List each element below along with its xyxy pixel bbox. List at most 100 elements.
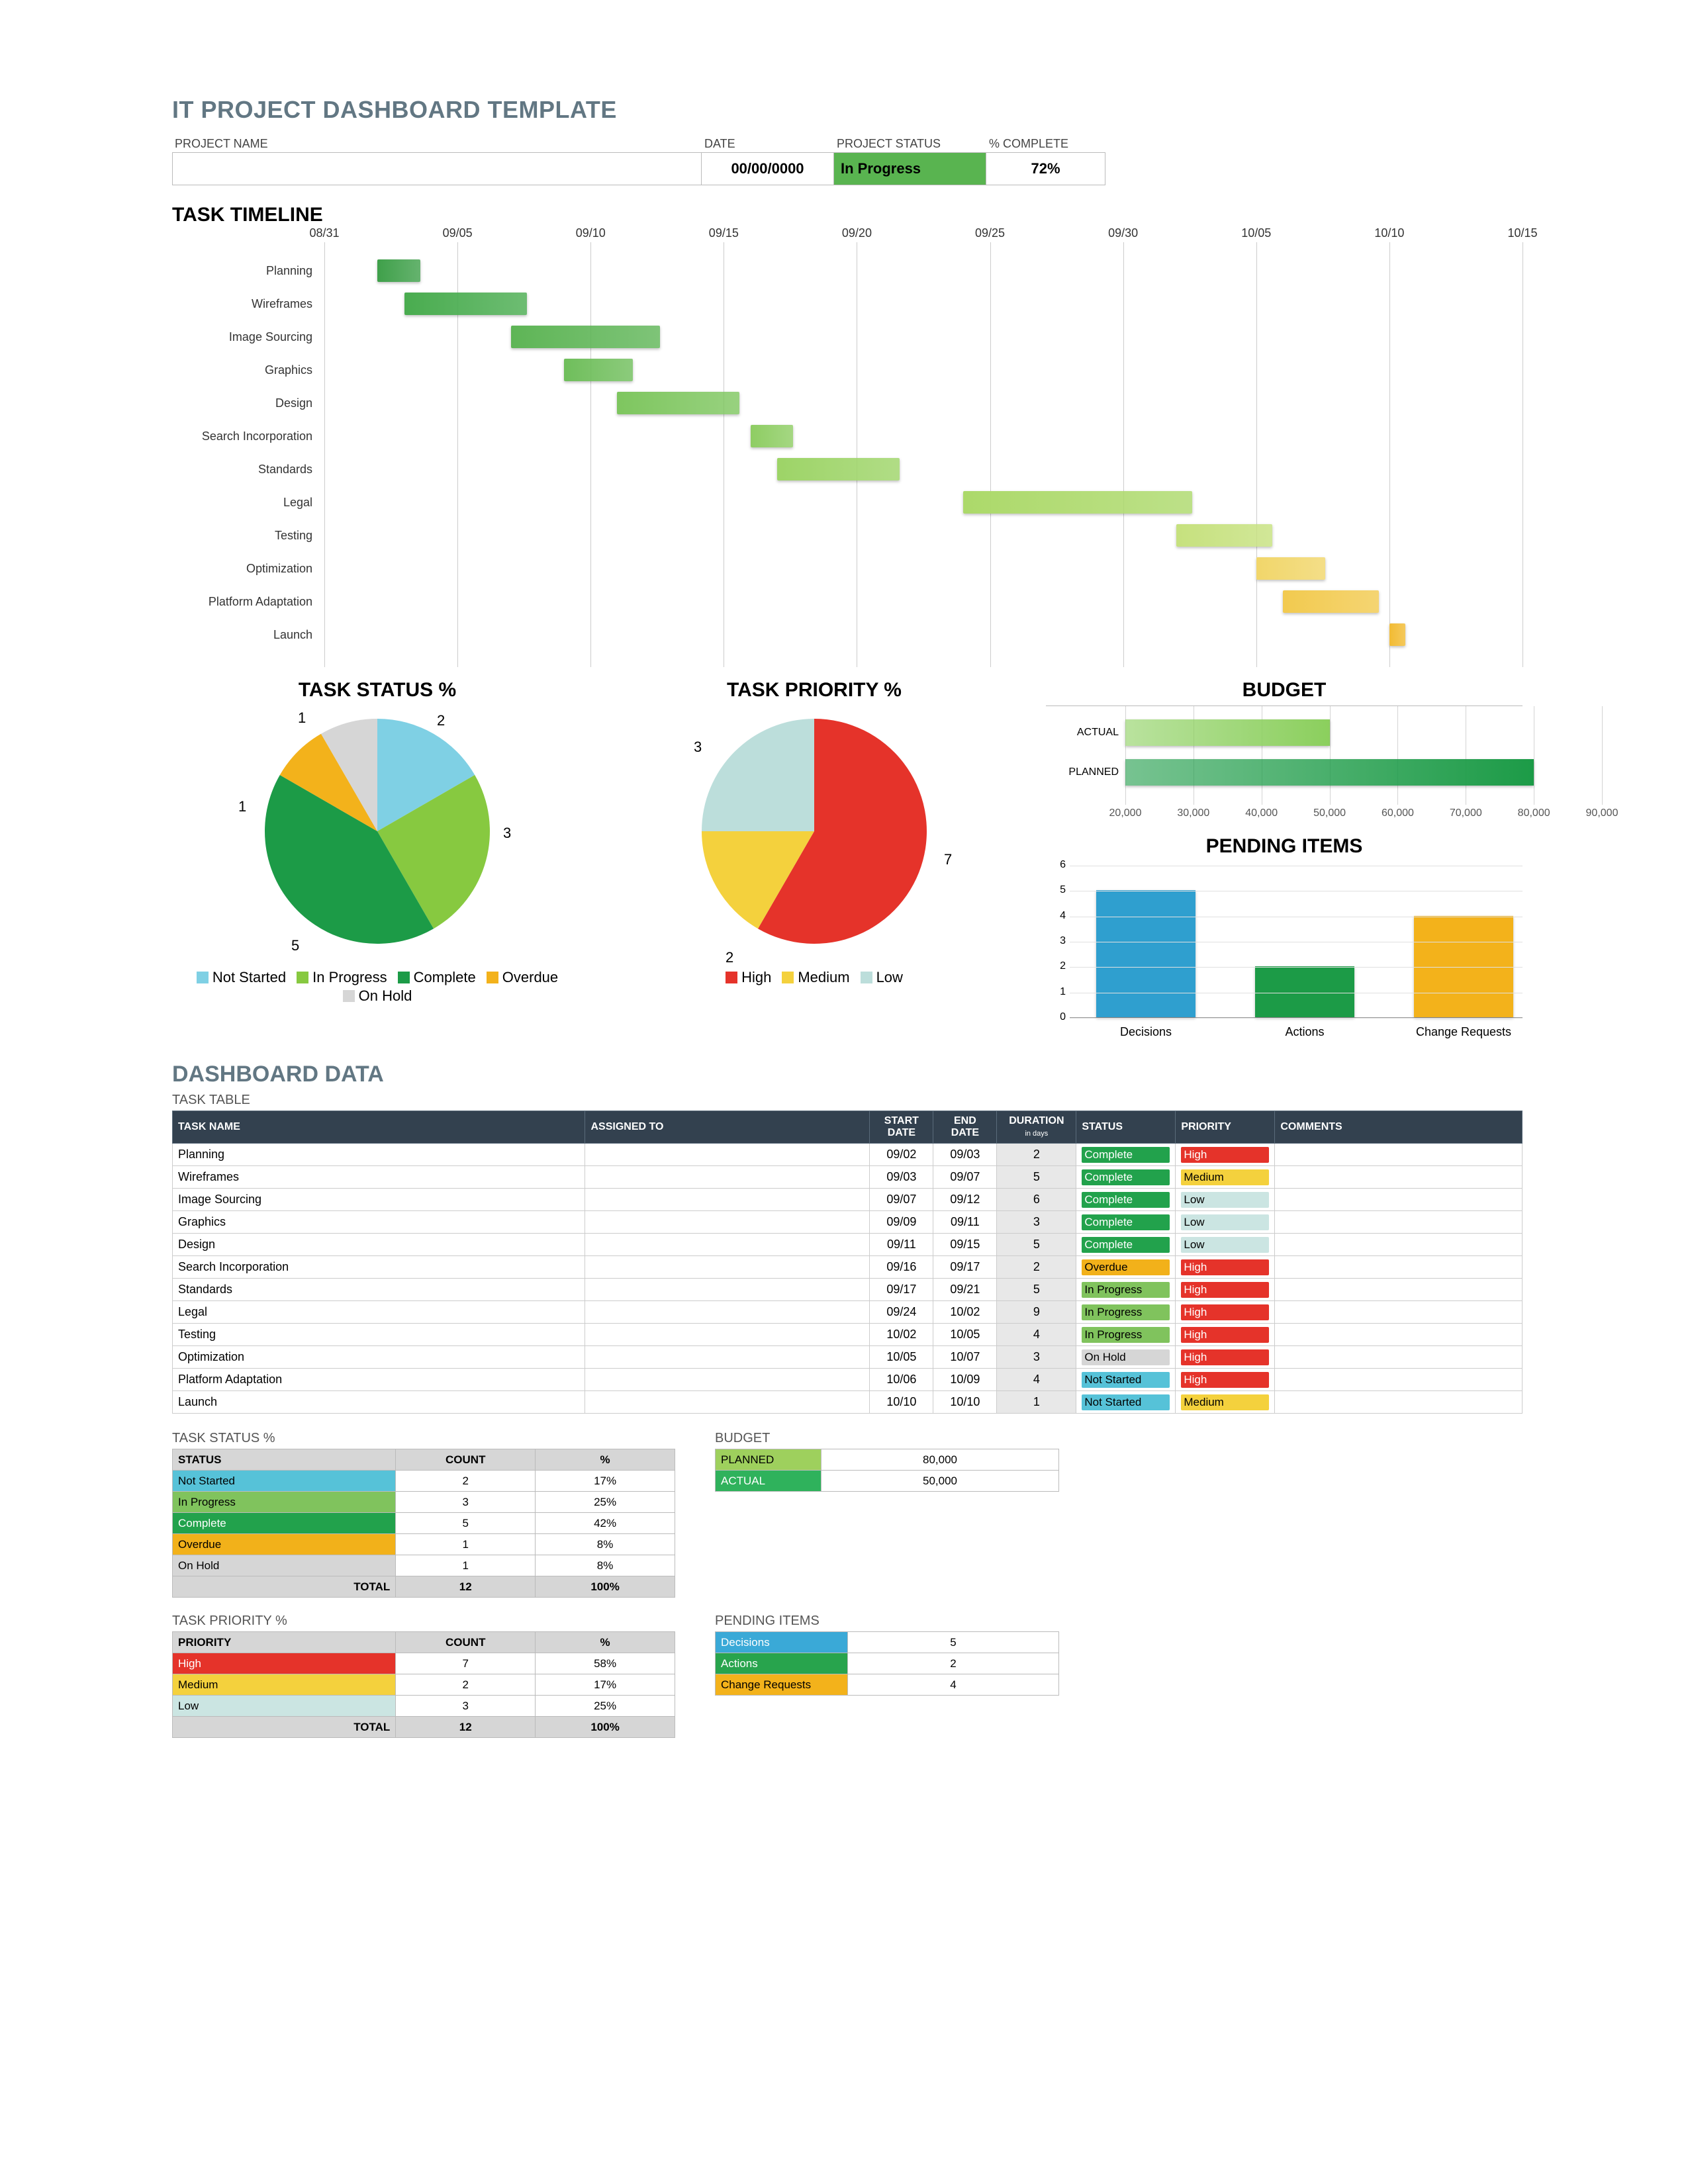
cell-priority[interactable]: High bbox=[1176, 1324, 1275, 1346]
cell-start[interactable]: 10/10 bbox=[870, 1391, 933, 1414]
cell-comments[interactable] bbox=[1275, 1166, 1523, 1189]
cell-status[interactable]: Overdue bbox=[1076, 1256, 1176, 1279]
cell-priority[interactable]: High bbox=[1176, 1144, 1275, 1166]
pending-bar bbox=[1414, 916, 1513, 1017]
cell-comments[interactable] bbox=[1275, 1346, 1523, 1369]
cell-status[interactable]: In Progress bbox=[1076, 1324, 1176, 1346]
cell-status[interactable]: Complete bbox=[1076, 1234, 1176, 1256]
cell-priority[interactable]: Medium bbox=[1176, 1391, 1275, 1414]
cell-start[interactable]: 09/11 bbox=[870, 1234, 933, 1256]
cell-assigned[interactable] bbox=[585, 1324, 870, 1346]
pending-ytick: 6 bbox=[1046, 859, 1066, 871]
cell-comments[interactable] bbox=[1275, 1144, 1523, 1166]
gantt-bar bbox=[963, 491, 1192, 514]
table-row: On Hold18% bbox=[173, 1555, 675, 1576]
gantt-bar bbox=[564, 359, 633, 381]
cell-assigned[interactable] bbox=[585, 1211, 870, 1234]
cell-start[interactable]: 10/02 bbox=[870, 1324, 933, 1346]
cell-start[interactable]: 10/06 bbox=[870, 1369, 933, 1391]
cell-end[interactable]: 10/09 bbox=[933, 1369, 997, 1391]
cell-comments[interactable] bbox=[1275, 1369, 1523, 1391]
gantt-task-label: Wireframes bbox=[172, 297, 324, 311]
cell-status[interactable]: In Progress bbox=[1076, 1301, 1176, 1324]
cell-assigned[interactable] bbox=[585, 1391, 870, 1414]
cell-priority[interactable]: High bbox=[1176, 1256, 1275, 1279]
legend-item: Medium bbox=[782, 969, 849, 986]
budget-tick: 90,000 bbox=[1586, 807, 1618, 819]
gantt-bar bbox=[1256, 557, 1325, 580]
cell-end[interactable]: 09/11 bbox=[933, 1211, 997, 1234]
cell-status[interactable]: In Progress bbox=[1076, 1279, 1176, 1301]
cell-comments[interactable] bbox=[1275, 1256, 1523, 1279]
cell-start[interactable]: 09/16 bbox=[870, 1256, 933, 1279]
cell-priority[interactable]: Medium bbox=[1176, 1166, 1275, 1189]
cell-assigned[interactable] bbox=[585, 1144, 870, 1166]
cell-priority[interactable]: High bbox=[1176, 1301, 1275, 1324]
value-project-name[interactable] bbox=[172, 152, 702, 185]
cell-priority[interactable]: High bbox=[1176, 1279, 1275, 1301]
cell-assigned[interactable] bbox=[585, 1166, 870, 1189]
cell-end[interactable]: 09/17 bbox=[933, 1256, 997, 1279]
cell-end[interactable]: 09/12 bbox=[933, 1189, 997, 1211]
value-date[interactable]: 00/00/0000 bbox=[702, 152, 834, 185]
cell-start[interactable]: 09/09 bbox=[870, 1211, 933, 1234]
cell-comments[interactable] bbox=[1275, 1211, 1523, 1234]
gantt-task-label: Launch bbox=[172, 628, 324, 642]
cell-end[interactable]: 09/07 bbox=[933, 1166, 997, 1189]
page-title: IT PROJECT DASHBOARD TEMPLATE bbox=[172, 96, 1523, 124]
cell-start[interactable]: 09/24 bbox=[870, 1301, 933, 1324]
cell-comments[interactable] bbox=[1275, 1391, 1523, 1414]
legend-item: Not Started bbox=[197, 969, 286, 986]
cell-comments[interactable] bbox=[1275, 1324, 1523, 1346]
cell-start[interactable]: 09/17 bbox=[870, 1279, 933, 1301]
cell-comments[interactable] bbox=[1275, 1189, 1523, 1211]
cell-assigned[interactable] bbox=[585, 1234, 870, 1256]
cell-status[interactable]: Not Started bbox=[1076, 1369, 1176, 1391]
cell-priority[interactable]: High bbox=[1176, 1346, 1275, 1369]
cell-status[interactable]: Complete bbox=[1076, 1211, 1176, 1234]
priority-table-title: TASK PRIORITY % bbox=[172, 1614, 675, 1629]
cell-name: Change Requests bbox=[716, 1674, 848, 1696]
cell-assigned[interactable] bbox=[585, 1189, 870, 1211]
cell-priority[interactable]: Low bbox=[1176, 1189, 1275, 1211]
cell-status[interactable]: On Hold bbox=[1076, 1346, 1176, 1369]
cell-priority[interactable]: Low bbox=[1176, 1211, 1275, 1234]
cell-assigned[interactable] bbox=[585, 1279, 870, 1301]
cell-comments[interactable] bbox=[1275, 1234, 1523, 1256]
cell-priority[interactable]: Low bbox=[1176, 1234, 1275, 1256]
cell-count: 1 bbox=[396, 1555, 536, 1576]
cell-priority[interactable]: High bbox=[1176, 1369, 1275, 1391]
cell-duration: 5 bbox=[997, 1279, 1076, 1301]
cell-comments[interactable] bbox=[1275, 1279, 1523, 1301]
cell-start[interactable]: 09/02 bbox=[870, 1144, 933, 1166]
cell-end[interactable]: 09/21 bbox=[933, 1279, 997, 1301]
cell-assigned[interactable] bbox=[585, 1346, 870, 1369]
cell-end[interactable]: 10/05 bbox=[933, 1324, 997, 1346]
cell-status[interactable]: Complete bbox=[1076, 1166, 1176, 1189]
legend-item: Overdue bbox=[487, 969, 558, 986]
gantt-task-label: Search Incorporation bbox=[172, 430, 324, 443]
cell-assigned[interactable] bbox=[585, 1301, 870, 1324]
cell-end[interactable]: 10/07 bbox=[933, 1346, 997, 1369]
cell-end[interactable]: 09/15 bbox=[933, 1234, 997, 1256]
gantt-tick: 09/30 bbox=[1108, 226, 1138, 240]
cell-end[interactable]: 10/10 bbox=[933, 1391, 997, 1414]
cell-task: Search Incorporation bbox=[173, 1256, 585, 1279]
cell-duration: 3 bbox=[997, 1346, 1076, 1369]
cell-status[interactable]: Not Started bbox=[1076, 1391, 1176, 1414]
cell-start[interactable]: 09/07 bbox=[870, 1189, 933, 1211]
cell-start[interactable]: 10/05 bbox=[870, 1346, 933, 1369]
value-project-status[interactable]: In Progress bbox=[834, 152, 986, 185]
cell-start[interactable]: 09/03 bbox=[870, 1166, 933, 1189]
cell-status[interactable]: Complete bbox=[1076, 1144, 1176, 1166]
cell-end[interactable]: 10/02 bbox=[933, 1301, 997, 1324]
pr-total-lbl: TOTAL bbox=[173, 1717, 396, 1738]
cell-assigned[interactable] bbox=[585, 1369, 870, 1391]
cell-status[interactable]: Complete bbox=[1076, 1189, 1176, 1211]
legend-item: In Progress bbox=[297, 969, 387, 986]
table-row: Legal09/2410/029In ProgressHigh bbox=[173, 1301, 1523, 1324]
cell-end[interactable]: 09/03 bbox=[933, 1144, 997, 1166]
table-row: Standards09/1709/215In ProgressHigh bbox=[173, 1279, 1523, 1301]
cell-assigned[interactable] bbox=[585, 1256, 870, 1279]
cell-comments[interactable] bbox=[1275, 1301, 1523, 1324]
